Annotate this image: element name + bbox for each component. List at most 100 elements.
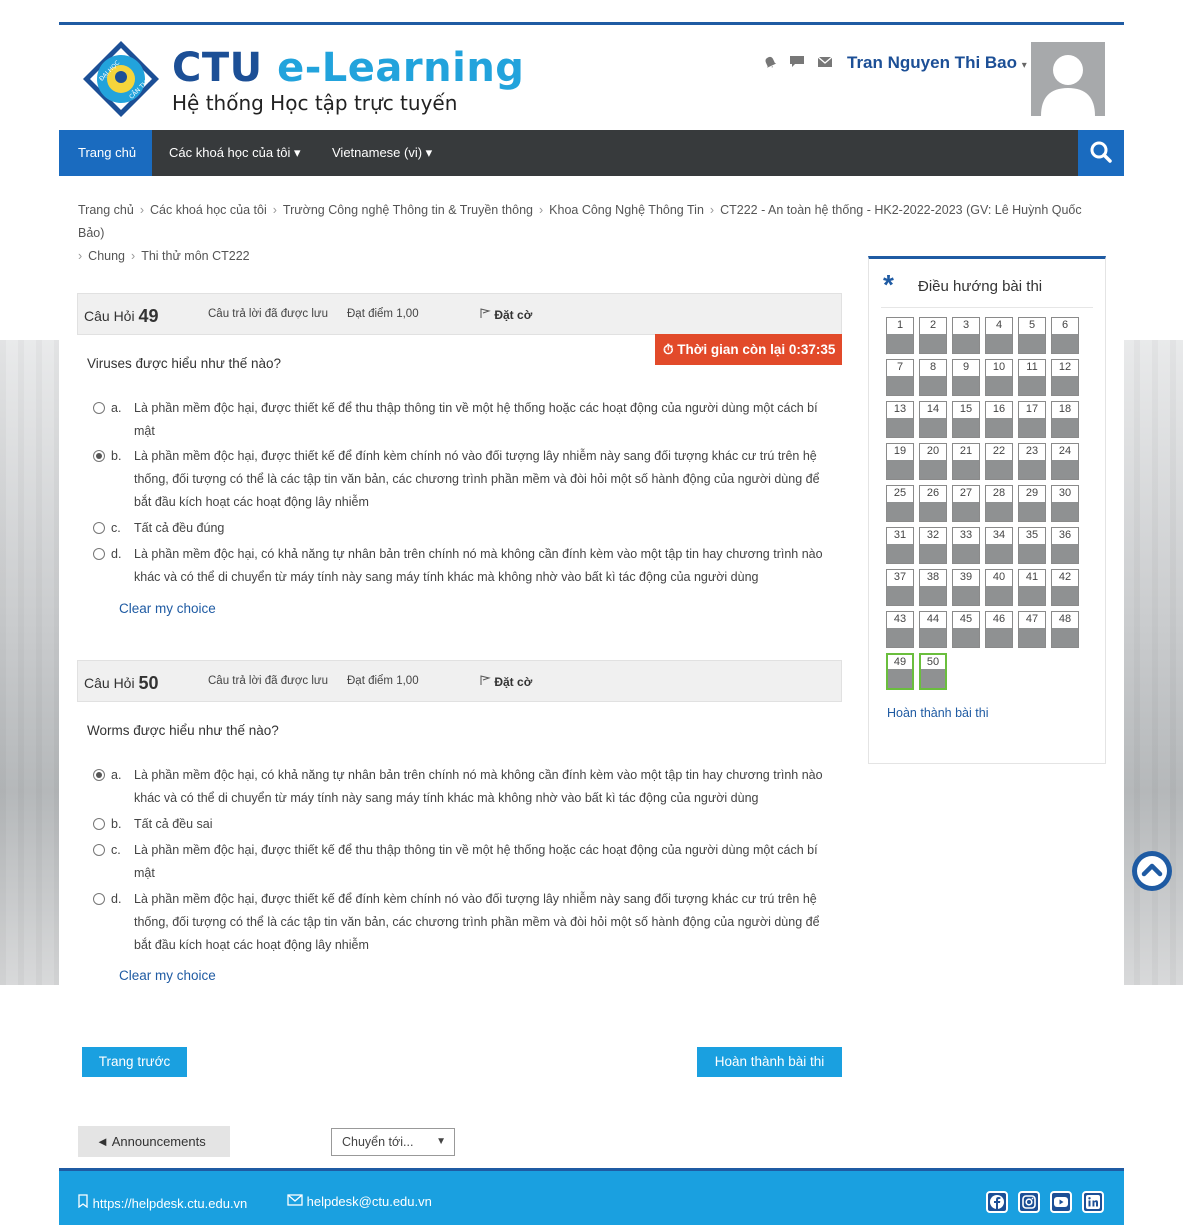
question-nav-button-13[interactable]: 13 bbox=[886, 401, 914, 438]
flag-question-button[interactable]: Đặt cờ bbox=[479, 307, 532, 322]
question-nav-button-22[interactable]: 22 bbox=[985, 443, 1013, 480]
question-nav-button-18[interactable]: 18 bbox=[1051, 401, 1079, 438]
question-nav-button-9[interactable]: 9 bbox=[952, 359, 980, 396]
clear-choice-link[interactable]: Clear my choice bbox=[119, 968, 216, 983]
question-nav-button-36[interactable]: 36 bbox=[1051, 527, 1079, 564]
question-nav-button-43[interactable]: 43 bbox=[886, 611, 914, 648]
envelope-icon[interactable] bbox=[817, 56, 833, 68]
nav-my-courses[interactable]: Các khoá học của tôi ▾ bbox=[151, 130, 319, 176]
radio-button[interactable] bbox=[93, 844, 105, 856]
back-to-top-button[interactable] bbox=[1132, 851, 1172, 891]
radio-button[interactable] bbox=[93, 548, 105, 560]
question-nav-button-50[interactable]: 50 bbox=[919, 653, 947, 690]
question-nav-button-30[interactable]: 30 bbox=[1051, 485, 1079, 522]
breadcrumb-item[interactable]: Các khoá học của tôi bbox=[150, 203, 267, 217]
question-nav-button-27[interactable]: 27 bbox=[952, 485, 980, 522]
question-nav-button-5[interactable]: 5 bbox=[1018, 317, 1046, 354]
youtube-icon[interactable] bbox=[1050, 1191, 1072, 1213]
breadcrumb-item[interactable]: Trang chủ bbox=[78, 203, 134, 217]
question-nav-number: 47 bbox=[1025, 613, 1039, 625]
previous-page-button[interactable]: Trang trước bbox=[82, 1047, 187, 1077]
chat-icon[interactable] bbox=[789, 55, 805, 69]
question-nav-button-47[interactable]: 47 bbox=[1018, 611, 1046, 648]
question-nav-button-3[interactable]: 3 bbox=[952, 317, 980, 354]
question-nav-button-21[interactable]: 21 bbox=[952, 443, 980, 480]
question-nav-button-26[interactable]: 26 bbox=[919, 485, 947, 522]
question-nav-button-16[interactable]: 16 bbox=[985, 401, 1013, 438]
question-nav-button-35[interactable]: 35 bbox=[1018, 527, 1046, 564]
question-nav-button-10[interactable]: 10 bbox=[985, 359, 1013, 396]
question-nav-button-1[interactable]: 1 bbox=[886, 317, 914, 354]
question-nav-button-14[interactable]: 14 bbox=[919, 401, 947, 438]
linkedin-icon[interactable] bbox=[1082, 1191, 1104, 1213]
breadcrumb-item[interactable]: Thi thử môn CT222 bbox=[141, 249, 249, 263]
question-nav-button-33[interactable]: 33 bbox=[952, 527, 980, 564]
nav-home[interactable]: Trang chủ bbox=[59, 130, 152, 176]
radio-button[interactable] bbox=[93, 402, 105, 414]
question-nav-button-38[interactable]: 38 bbox=[919, 569, 947, 606]
question-nav-button-31[interactable]: 31 bbox=[886, 527, 914, 564]
question-nav-button-7[interactable]: 7 bbox=[886, 359, 914, 396]
answer-option[interactable]: a. Là phần mềm độc hại, có khả năng tự n… bbox=[93, 764, 833, 810]
finish-attempt-button[interactable]: Hoàn thành bài thi bbox=[697, 1047, 842, 1077]
helpdesk-link[interactable]: https://helpdesk.ctu.edu.vn bbox=[77, 1194, 247, 1211]
breadcrumb-item[interactable]: Chung bbox=[88, 249, 125, 263]
question-nav-button-46[interactable]: 46 bbox=[985, 611, 1013, 648]
question-nav-button-39[interactable]: 39 bbox=[952, 569, 980, 606]
answer-option[interactable]: d. Là phần mềm độc hại, có khả năng tự n… bbox=[93, 543, 833, 589]
question-nav-button-15[interactable]: 15 bbox=[952, 401, 980, 438]
flag-question-button[interactable]: Đặt cờ bbox=[479, 674, 532, 689]
question-nav-button-6[interactable]: 6 bbox=[1051, 317, 1079, 354]
question-nav-button-37[interactable]: 37 bbox=[886, 569, 914, 606]
facebook-icon[interactable] bbox=[986, 1191, 1008, 1213]
ctu-logo-icon[interactable]: ĐẠI HỌC CẦN THƠ bbox=[81, 39, 161, 119]
radio-button-selected[interactable] bbox=[93, 450, 105, 462]
question-nav-button-49[interactable]: 49 bbox=[886, 653, 914, 690]
announcements-link[interactable]: ◄ Announcements bbox=[78, 1126, 230, 1157]
question-nav-button-41[interactable]: 41 bbox=[1018, 569, 1046, 606]
question-nav-button-28[interactable]: 28 bbox=[985, 485, 1013, 522]
bell-icon[interactable] bbox=[763, 55, 777, 69]
answer-option[interactable]: d. Là phần mềm độc hại, được thiết kế để… bbox=[93, 888, 833, 957]
instagram-icon[interactable] bbox=[1018, 1191, 1040, 1213]
nav-language[interactable]: Vietnamese (vi) ▾ bbox=[314, 130, 450, 176]
question-nav-button-42[interactable]: 42 bbox=[1051, 569, 1079, 606]
question-nav-button-45[interactable]: 45 bbox=[952, 611, 980, 648]
question-nav-button-24[interactable]: 24 bbox=[1051, 443, 1079, 480]
finish-attempt-link[interactable]: Hoàn thành bài thi bbox=[887, 706, 988, 720]
question-nav-button-23[interactable]: 23 bbox=[1018, 443, 1046, 480]
question-nav-button-2[interactable]: 2 bbox=[919, 317, 947, 354]
question-nav-button-19[interactable]: 19 bbox=[886, 443, 914, 480]
question-nav-button-25[interactable]: 25 bbox=[886, 485, 914, 522]
question-nav-button-34[interactable]: 34 bbox=[985, 527, 1013, 564]
question-nav-button-32[interactable]: 32 bbox=[919, 527, 947, 564]
breadcrumb-item[interactable]: Khoa Công Nghệ Thông Tin bbox=[549, 203, 704, 217]
email-link[interactable]: helpdesk@ctu.edu.vn bbox=[287, 1194, 432, 1209]
radio-button-selected[interactable] bbox=[93, 769, 105, 781]
question-nav-button-29[interactable]: 29 bbox=[1018, 485, 1046, 522]
jump-to-select[interactable]: Chuyển tới... ▼ bbox=[331, 1128, 455, 1156]
question-nav-button-12[interactable]: 12 bbox=[1051, 359, 1079, 396]
question-nav-button-17[interactable]: 17 bbox=[1018, 401, 1046, 438]
search-button[interactable] bbox=[1078, 130, 1124, 176]
question-nav-button-8[interactable]: 8 bbox=[919, 359, 947, 396]
radio-button[interactable] bbox=[93, 818, 105, 830]
answer-option[interactable]: a. Là phần mềm độc hại, được thiết kế để… bbox=[93, 397, 833, 443]
user-menu[interactable]: Tran Nguyen Thi Bao ▾ bbox=[847, 53, 1027, 73]
question-nav-button-11[interactable]: 11 bbox=[1018, 359, 1046, 396]
question-nav-button-4[interactable]: 4 bbox=[985, 317, 1013, 354]
radio-button[interactable] bbox=[93, 893, 105, 905]
answer-option[interactable]: c. Tất cả đều đúng bbox=[93, 517, 833, 540]
clear-choice-link[interactable]: Clear my choice bbox=[119, 601, 216, 616]
answer-option[interactable]: b. Là phần mềm độc hại, được thiết kế để… bbox=[93, 445, 833, 514]
question-nav-button-48[interactable]: 48 bbox=[1051, 611, 1079, 648]
site-header: ĐẠI HỌC CẦN THƠ CTU e-Learning Hệ thống … bbox=[59, 25, 1124, 130]
question-nav-button-20[interactable]: 20 bbox=[919, 443, 947, 480]
radio-button[interactable] bbox=[93, 522, 105, 534]
question-nav-button-40[interactable]: 40 bbox=[985, 569, 1013, 606]
avatar[interactable] bbox=[1031, 42, 1105, 116]
answer-option[interactable]: b. Tất cả đều sai bbox=[93, 813, 833, 836]
breadcrumb-item[interactable]: Trường Công nghệ Thông tin & Truyền thôn… bbox=[283, 203, 533, 217]
question-nav-button-44[interactable]: 44 bbox=[919, 611, 947, 648]
answer-option[interactable]: c. Là phần mềm độc hại, được thiết kế để… bbox=[93, 839, 833, 885]
